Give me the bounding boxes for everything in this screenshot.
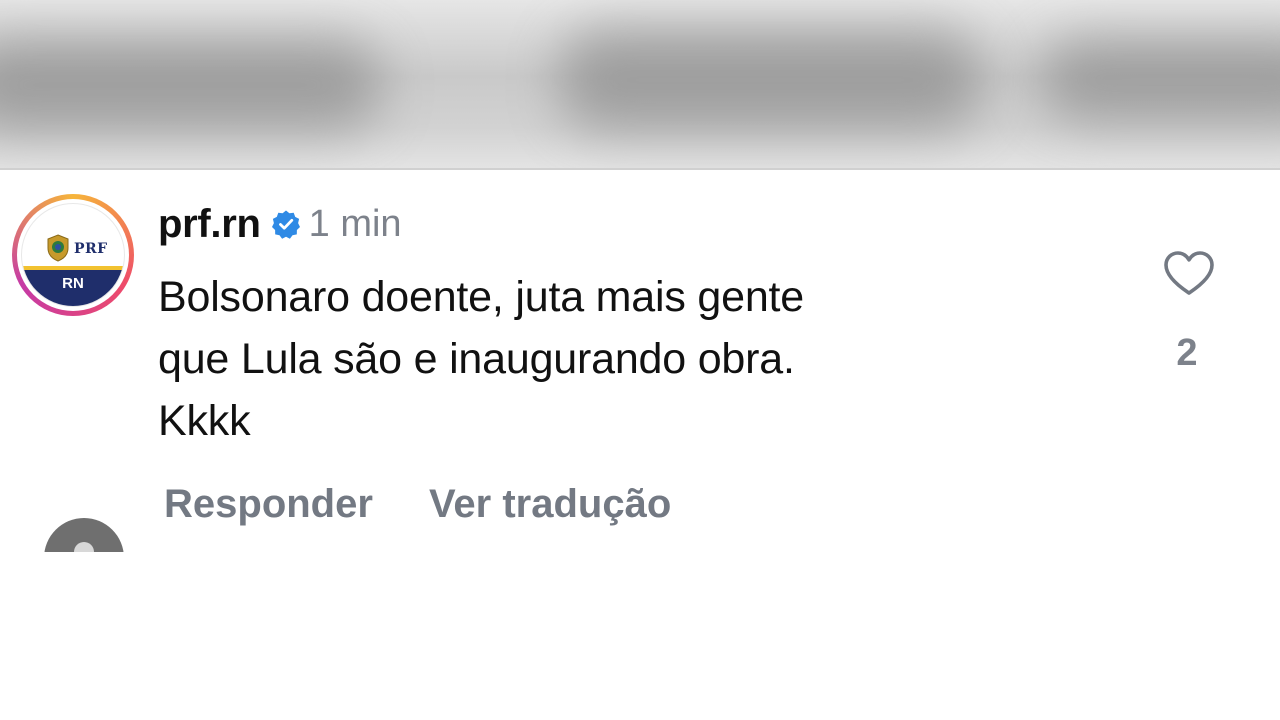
username[interactable]: prf.rn — [158, 202, 261, 247]
heart-outline-icon[interactable] — [1160, 248, 1218, 298]
screenshot-stage: PRF RN prf.rn 1 min Bolsonaro doente, ju… — [0, 0, 1280, 720]
like-count: 2 — [1176, 332, 1198, 374]
comment-item: PRF RN prf.rn 1 min Bolsonaro doente, ju… — [0, 170, 1280, 555]
avatar-prf-text: PRF — [74, 241, 108, 257]
comment-text-line: Bolsonaro doente, juta mais gente — [158, 273, 805, 321]
verified-badge-icon — [271, 210, 300, 239]
see-translation-button[interactable]: Ver tradução — [429, 482, 671, 527]
comment-body: Bolsonaro doente, juta mais gente que Lu… — [158, 266, 1058, 452]
comment-text-line: que Lula são e inaugurando obra. — [158, 335, 795, 383]
avatar[interactable]: PRF RN — [12, 194, 134, 316]
blurred-previous-content — [0, 0, 1280, 170]
comment-text-line: Kkkk — [158, 397, 251, 445]
police-badge-icon — [47, 234, 69, 262]
avatar-band: RN — [22, 266, 124, 306]
reply-button[interactable]: Responder — [164, 482, 373, 527]
avatar-rn-text: RN — [62, 275, 84, 292]
profile-picture: PRF RN — [21, 203, 125, 307]
empty-area — [0, 552, 1280, 720]
comment-header: prf.rn 1 min — [158, 200, 402, 248]
comment-actions: Responder Ver tradução — [164, 482, 671, 527]
timestamp: 1 min — [308, 202, 402, 245]
